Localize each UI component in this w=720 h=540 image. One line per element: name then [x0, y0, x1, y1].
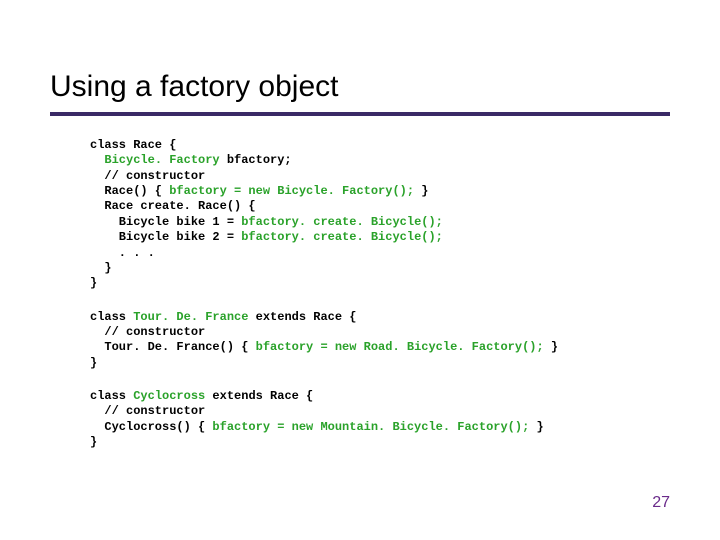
slide-title: Using a factory object	[50, 70, 670, 104]
code-tourdefrance: class Tour. De. France extends Race { //…	[90, 310, 670, 371]
code-race: class Race { Bicycle. Factory bfactory; …	[90, 138, 670, 292]
title-rule	[50, 112, 670, 116]
code-cyclocross: class Cyclocross extends Race { // const…	[90, 389, 670, 450]
slide: Using a factory object class Race { Bicy…	[0, 0, 720, 540]
page-number: 27	[652, 494, 670, 512]
